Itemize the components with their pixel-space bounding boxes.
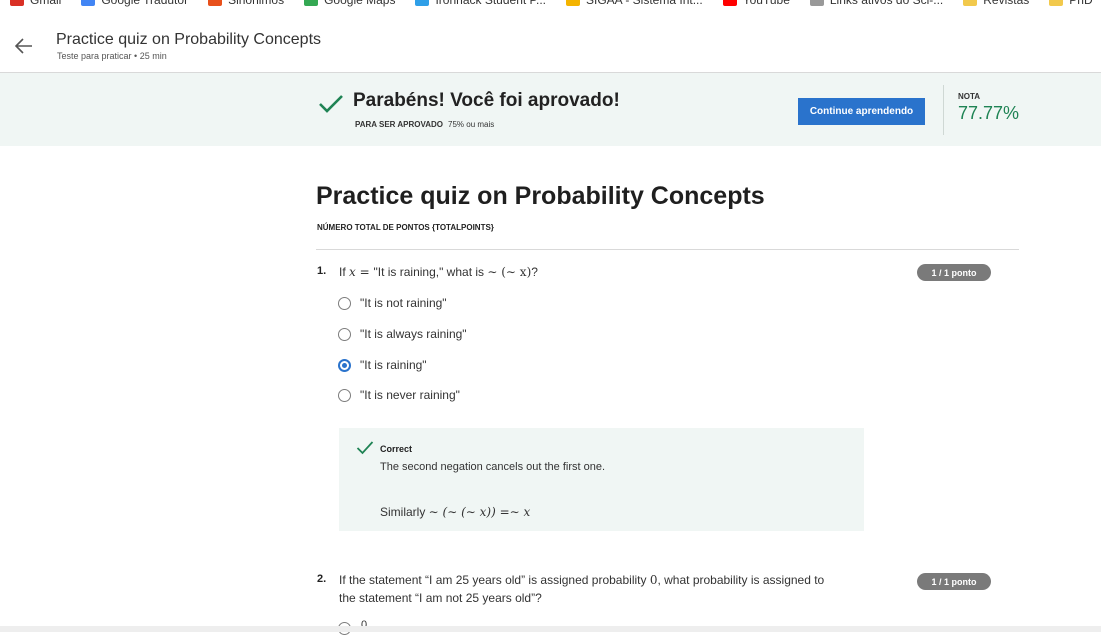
radio-button-selected[interactable] [338,358,351,372]
option-label: "It is raining" [360,358,427,372]
option-label: "It is always raining" [360,327,467,341]
pass-requirement: PARA SER APROVADO 75% ou mais [355,120,494,129]
back-arrow-icon[interactable] [12,34,36,58]
continue-learning-button[interactable]: Continue aprendendo [798,98,925,125]
bookmark-item[interactable]: Sinônimos [198,0,294,7]
question-text: If the statement “I am 25 years old” is … [339,573,825,605]
youtube-icon [722,0,737,6]
option-label: "It is never raining" [360,388,460,402]
bookmarks-bar: Gmail Google Tradutor Sinônimos Google Maps… [0,0,1101,10]
translate-icon [81,0,96,6]
bookmark-item[interactable]: Google Maps [294,0,405,7]
bookmark-label: Sinônimos [228,0,285,7]
points-badge: 1 / 1 ponto [917,264,991,281]
bookmark-item[interactable]: Gmail [0,0,71,7]
bookmark-item[interactable]: Revistas [953,0,1039,7]
answer-option[interactable]: "It is raining" [338,358,427,372]
scihub-icon [809,0,824,6]
bookmark-label: SIGAA - Sistema Int... [586,0,703,7]
bookmark-item[interactable]: Google Tradutor [71,0,198,7]
folder-icon [1049,0,1064,6]
radio-button[interactable] [338,388,351,402]
pass-value: 75% ou mais [448,120,495,129]
divider [316,249,1019,250]
grade-label: NOTA [958,92,981,101]
sigaa-icon [566,0,580,6]
folder-icon [963,0,978,6]
answer-option[interactable]: "It is always raining" [338,327,467,341]
bookmark-label: PhD [1069,0,1093,7]
check-icon [319,95,343,113]
radio-button[interactable] [338,296,351,310]
feedback-title: Correct [380,444,413,454]
question-number: 2. [317,573,327,585]
bookmark-item[interactable]: Ironhack Student P... [405,0,556,7]
feedback-text-math: Similarly ∼ (∼ (∼ x)) =∼ x [380,505,531,519]
question-text: If x = "It is raining," what is ∼ (∼ x)? [339,265,538,279]
bookmark-label: Ironhack Student P... [435,0,546,7]
bookmark-item[interactable]: YouTube [713,0,800,7]
option-label: "It is not raining" [360,296,447,310]
answer-option[interactable]: "It is not raining" [338,296,447,310]
header-subtitle: Teste para praticar • 25 min [57,51,167,61]
question-number: 1. [317,265,327,277]
points-badge: 1 / 1 ponto [917,573,991,590]
bookmark-item[interactable]: PhD [1039,0,1101,7]
radio-button[interactable] [338,327,351,341]
bookmark-label: Google Tradutor [101,0,189,7]
page-header: Practice quiz on Probability Concepts Te… [0,18,1101,73]
pass-label: PARA SER APROVADO [355,120,444,129]
header-title: Practice quiz on Probability Concepts [56,31,322,48]
gmail-icon [10,0,24,6]
divider [943,85,944,135]
quiz-title: Practice quiz on Probability Concepts [316,182,765,210]
feedback-text: The second negation cancels out the firs… [380,461,606,473]
bookmark-label: Links ativos do Sci-... [829,0,944,7]
sinonimos-icon [208,0,223,6]
bookmark-item[interactable]: Links ativos do Sci-... [800,0,953,7]
bookmark-label: Gmail [30,0,62,7]
answer-option[interactable]: "It is never raining" [338,388,460,402]
check-icon [356,441,374,455]
passed-title: Parabéns! Você foi aprovado! [353,90,620,111]
bookmark-label: Revistas [983,0,1030,7]
bookmark-label: Google Maps [324,0,396,7]
horizontal-scrollbar[interactable] [0,626,1101,632]
ironhack-icon [415,0,430,6]
bookmark-label: YouTube [742,0,790,7]
bookmark-item[interactable]: SIGAA - Sistema Int... [556,0,713,7]
total-points: NÚMERO TOTAL DE PONTOS {TOTALPOINTS} [317,223,494,232]
grade-value: 77.77% [958,103,1020,123]
maps-icon [304,0,319,6]
